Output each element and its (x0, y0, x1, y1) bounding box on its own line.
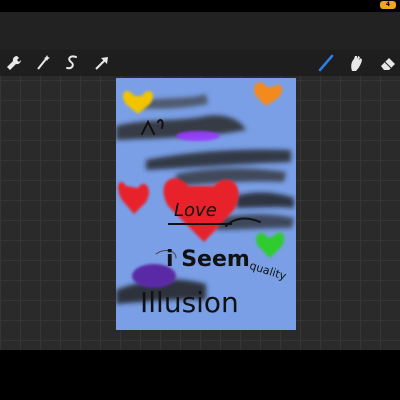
top-strip (0, 12, 400, 50)
wrench-icon[interactable] (4, 53, 24, 73)
brush-icon[interactable] (316, 53, 336, 73)
red-heart-small (118, 181, 149, 214)
eraser-icon[interactable] (378, 53, 398, 73)
orange-heart (254, 82, 283, 106)
selection-icon[interactable] (62, 53, 82, 73)
magic-wand-icon[interactable] (33, 53, 53, 73)
smudge-icon[interactable] (346, 53, 366, 73)
quality-text: quality (248, 259, 288, 283)
status-bar: 4 (0, 0, 400, 12)
canvas-artwork: Love i Seem quality Illusion (116, 82, 294, 319)
yellow-heart (123, 90, 153, 114)
transform-arrow-icon[interactable] (92, 53, 112, 73)
green-heart (256, 232, 285, 258)
battery-indicator: 4 (380, 1, 396, 9)
violet-streak (176, 131, 220, 141)
drawing-canvas[interactable]: Love i Seem quality Illusion (116, 78, 296, 330)
bottom-bar (0, 350, 400, 400)
i-seem-text: i Seem (166, 247, 250, 272)
toolbar (0, 50, 400, 76)
illusion-text: Illusion (140, 286, 239, 319)
love-text: Love (174, 200, 217, 221)
